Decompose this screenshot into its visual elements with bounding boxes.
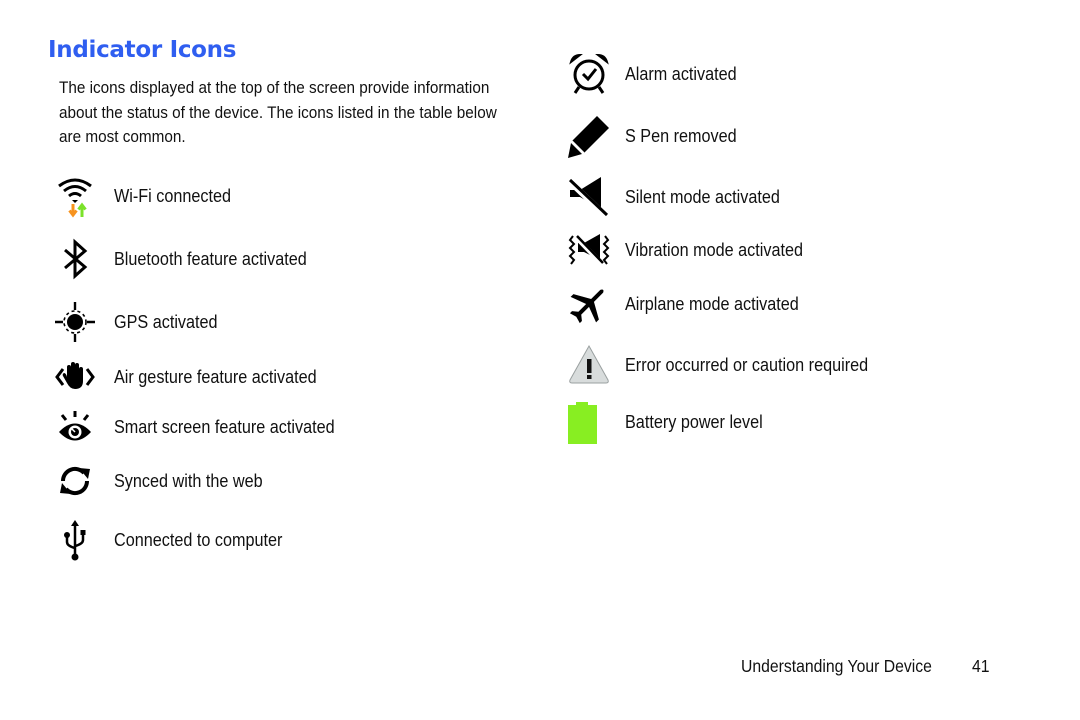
indicator-label: Silent mode activated [625, 186, 780, 207]
indicator-row-s-pen: S Pen removed [567, 114, 749, 158]
indicator-label: Battery power level [625, 411, 763, 432]
indicator-row-wifi: Wi-Fi connected [53, 174, 244, 218]
sync-icon [53, 459, 97, 503]
indicator-label: S Pen removed [625, 125, 737, 146]
smart-screen-eye-icon [53, 405, 97, 449]
footer-section-title: Understanding Your Device [741, 656, 932, 676]
indicator-row-silent: Silent mode activated [567, 175, 797, 219]
indicator-label: Bluetooth feature activated [114, 248, 307, 269]
page-number: 41 [972, 656, 990, 676]
indicator-label: Synced with the web [114, 470, 263, 491]
indicator-row-battery: Battery power level [567, 400, 778, 444]
usb-icon [53, 518, 97, 562]
indicator-row-vibration: Vibration mode activated [567, 228, 823, 272]
vibration-mode-icon [567, 228, 611, 272]
air-gesture-icon [53, 355, 97, 399]
indicator-label: Alarm activated [625, 63, 737, 84]
indicator-label: Air gesture feature activated [114, 366, 317, 387]
indicator-row-smart-screen: Smart screen feature activated [53, 405, 359, 449]
airplane-icon [567, 282, 611, 326]
indicator-row-warning: Error occurred or caution required [567, 343, 895, 387]
gps-icon [53, 300, 97, 344]
warning-icon [567, 343, 611, 387]
indicator-label: GPS activated [114, 311, 218, 332]
indicator-row-bluetooth: Bluetooth feature activated [53, 237, 328, 281]
indicator-row-usb: Connected to computer [53, 518, 301, 562]
indicator-row-alarm: Alarm activated [567, 52, 749, 96]
wifi-connected-icon [53, 174, 97, 218]
intro-paragraph: The icons displayed at the top of the sc… [59, 78, 497, 146]
page-title: Indicator Icons [48, 37, 237, 63]
indicator-row-gps: GPS activated [53, 300, 229, 344]
indicator-label: Error occurred or caution required [625, 354, 869, 375]
indicator-row-sync: Synced with the web [53, 459, 279, 503]
indicator-row-airplane: Airplane mode activated [567, 282, 818, 326]
s-pen-icon [567, 114, 611, 158]
indicator-label: Smart screen feature activated [114, 416, 335, 437]
silent-mode-icon [567, 175, 611, 219]
indicator-row-air-gesture: Air gesture feature activated [53, 355, 339, 399]
indicator-label: Connected to computer [114, 529, 283, 550]
indicator-label: Wi-Fi connected [114, 185, 232, 206]
alarm-clock-icon [567, 52, 611, 96]
battery-icon [567, 400, 611, 444]
bluetooth-icon [53, 237, 97, 281]
indicator-label: Airplane mode activated [625, 293, 799, 314]
indicator-label: Vibration mode activated [625, 239, 804, 260]
